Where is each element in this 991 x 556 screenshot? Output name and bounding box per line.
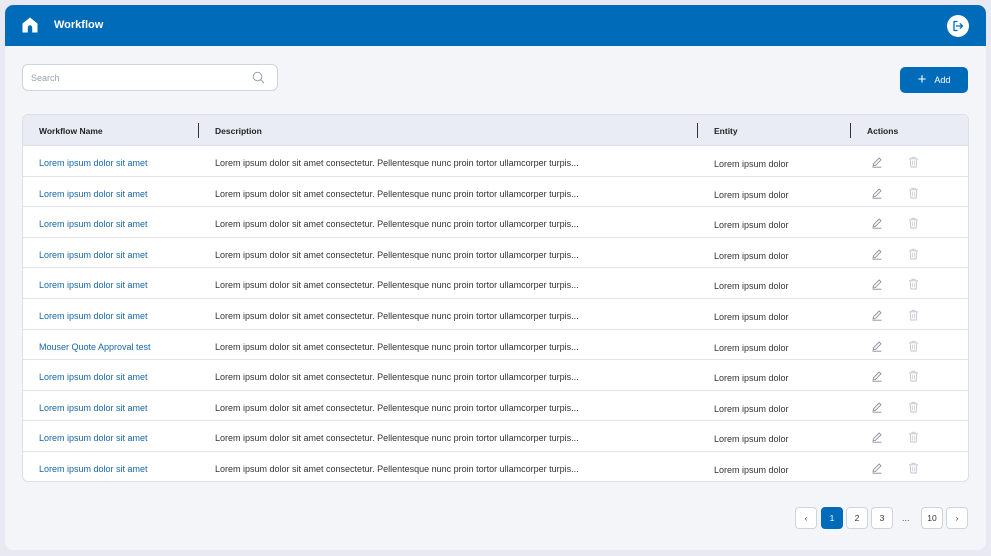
edit-icon[interactable] (871, 339, 883, 352)
page-button-2[interactable]: 2 (846, 507, 868, 529)
pagination-ellipsis: ... (902, 513, 910, 523)
edit-icon[interactable] (871, 400, 883, 413)
trash-icon[interactable] (908, 339, 919, 352)
table-row: Lorem ipsum dolor sit amet Lorem ipsum do… (23, 452, 968, 481)
search-icon[interactable] (252, 71, 265, 84)
workflow-name-link[interactable]: Lorem ipsum dolor sit amet (39, 250, 148, 260)
workflow-name-link[interactable]: Lorem ipsum dolor sit amet (39, 403, 148, 413)
home-icon[interactable] (21, 16, 39, 34)
column-header-entity: Entity (714, 126, 738, 136)
workflow-description: Lorem ipsum dolor sit amet consectetur. … (215, 249, 579, 260)
table-row: Lorem ipsum dolor sit amet Lorem ipsum do… (23, 421, 968, 452)
workflow-description: Lorem ipsum dolor sit amet consectetur. … (215, 464, 579, 474)
workflow-name-link[interactable]: Lorem ipsum dolor sit amet (39, 433, 148, 443)
workflow-name-link[interactable]: Lorem ipsum dolor sit amet (39, 189, 148, 199)
workflow-name-link[interactable]: Lorem ipsum dolor sit amet (39, 158, 148, 168)
edit-icon[interactable] (871, 369, 883, 382)
table-row: Lorem ipsum dolor sit amet Lorem ipsum do… (23, 360, 968, 391)
workflow-entity: Lorem ipsum dolor (714, 250, 789, 261)
workflow-description: Lorem ipsum dolor sit amet consectetur. … (215, 372, 579, 383)
workflow-table: Workflow Name Description Entity Actions… (22, 114, 969, 482)
page-button-10[interactable]: 10 (921, 507, 943, 529)
trash-icon[interactable] (908, 186, 919, 199)
trash-icon[interactable] (908, 247, 919, 260)
column-resizer[interactable] (697, 123, 698, 138)
workflow-entity: Lorem ipsum dolor (714, 403, 789, 414)
next-page-button[interactable]: › (946, 507, 968, 529)
plus-icon: + (917, 71, 927, 88)
workflow-description: Lorem ipsum dolor sit amet consectetur. … (215, 311, 579, 321)
table-row: Lorem ipsum dolor sit amet Lorem ipsum do… (23, 299, 968, 330)
trash-icon[interactable] (908, 369, 919, 382)
column-resizer[interactable] (198, 123, 199, 138)
edit-icon[interactable] (871, 155, 883, 168)
app-window: Workflow + Add Workflow Name Description… (5, 5, 986, 550)
edit-icon[interactable] (871, 247, 883, 260)
table-row: Mouser Quote Approval test Lorem ipsum do… (23, 330, 968, 361)
workflow-entity: Lorem ipsum dolor (714, 281, 789, 292)
table-row: Lorem ipsum dolor sit amet Lorem ipsum do… (23, 207, 968, 238)
table-row: Lorem ipsum dolor sit amet Lorem ipsum do… (23, 177, 968, 208)
workflow-entity: Lorem ipsum dolor (714, 312, 789, 322)
edit-icon[interactable] (871, 277, 883, 291)
search-input[interactable] (23, 65, 243, 90)
workflow-description: Lorem ipsum dolor sit amet consectetur. … (215, 219, 579, 230)
column-resizer[interactable] (850, 123, 851, 138)
workflow-entity: Lorem ipsum dolor (714, 189, 789, 200)
column-header-description: Description (215, 126, 262, 136)
workflow-description: Lorem ipsum dolor sit amet consectetur. … (215, 341, 579, 352)
workflow-entity: Lorem ipsum dolor (714, 373, 789, 384)
workflow-entity: Lorem ipsum dolor (714, 342, 789, 353)
trash-icon[interactable] (908, 430, 919, 443)
page-button-3[interactable]: 3 (871, 507, 893, 529)
workflow-name-link[interactable]: Lorem ipsum dolor sit amet (39, 219, 148, 229)
table-row: Lorem ipsum dolor sit amet Lorem ipsum do… (23, 238, 968, 269)
table-row: Lorem ipsum dolor sit amet Lorem ipsum do… (23, 268, 968, 299)
workflow-description: Lorem ipsum dolor sit amet consectetur. … (215, 158, 579, 168)
trash-icon[interactable] (908, 155, 919, 168)
workflow-name-link[interactable]: Lorem ipsum dolor sit amet (39, 464, 148, 474)
trash-icon[interactable] (908, 461, 919, 474)
workflow-name-link[interactable]: Mouser Quote Approval test (39, 342, 151, 352)
add-button[interactable]: + Add (900, 67, 968, 93)
workflow-entity: Lorem ipsum dolor (714, 434, 789, 445)
table-row: Lorem ipsum dolor sit amet Lorem ipsum do… (23, 391, 968, 422)
trash-icon[interactable] (908, 277, 919, 290)
page-title: Workflow (54, 19, 104, 31)
workflow-name-link[interactable]: Lorem ipsum dolor sit amet (39, 372, 148, 382)
edit-icon[interactable] (871, 186, 883, 199)
prev-page-button[interactable]: ‹ (795, 507, 817, 529)
search-box (22, 64, 278, 91)
trash-icon[interactable] (908, 308, 919, 321)
logout-icon (953, 20, 964, 32)
workflow-description: Lorem ipsum dolor sit amet consectetur. … (215, 402, 579, 413)
workflow-entity: Lorem ipsum dolor (714, 465, 789, 475)
workflow-description: Lorem ipsum dolor sit amet consectetur. … (215, 188, 579, 199)
add-button-label: Add (934, 75, 951, 85)
workflow-name-link[interactable]: Lorem ipsum dolor sit amet (39, 280, 148, 290)
edit-icon[interactable] (871, 430, 883, 444)
table-row: Lorem ipsum dolor sit amet Lorem ipsum do… (23, 146, 968, 177)
workflow-entity: Lorem ipsum dolor (714, 159, 789, 169)
page-button-1[interactable]: 1 (821, 507, 843, 529)
trash-icon[interactable] (908, 216, 919, 229)
edit-icon[interactable] (871, 216, 883, 229)
trash-icon[interactable] (908, 400, 919, 413)
column-header-workflow-name: Workflow Name (39, 126, 103, 136)
edit-icon[interactable] (871, 461, 883, 474)
app-header: Workflow (5, 5, 986, 46)
workflow-name-link[interactable]: Lorem ipsum dolor sit amet (39, 311, 148, 321)
logout-button[interactable] (947, 15, 969, 37)
table-header: Workflow Name Description Entity Actions (23, 115, 968, 146)
workflow-description: Lorem ipsum dolor sit amet consectetur. … (215, 280, 579, 291)
workflow-entity: Lorem ipsum dolor (714, 220, 789, 231)
workflow-description: Lorem ipsum dolor sit amet consectetur. … (215, 433, 579, 444)
edit-icon[interactable] (871, 308, 883, 321)
column-header-actions: Actions (867, 126, 899, 136)
